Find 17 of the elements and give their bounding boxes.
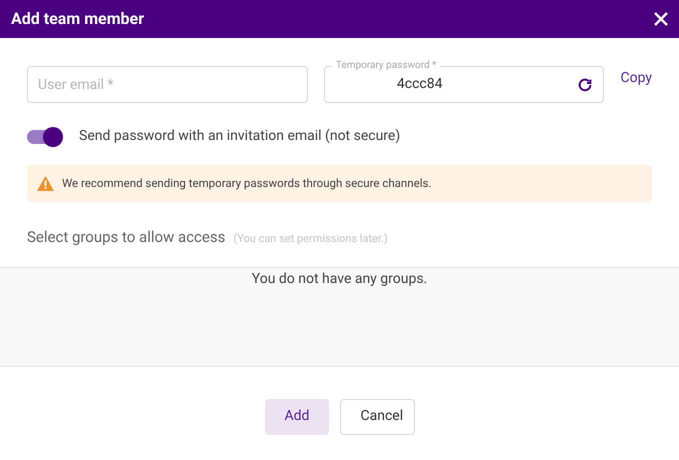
- close-button[interactable]: [652, 10, 670, 28]
- password-label: Temporary password *: [332, 60, 440, 72]
- warning-icon: [37, 176, 54, 191]
- refresh-icon[interactable]: [577, 76, 594, 92]
- password-value: 4ccc84: [396, 75, 442, 94]
- close-icon: [652, 10, 670, 28]
- email-field[interactable]: User email *: [27, 66, 308, 103]
- toggle-switch[interactable]: [27, 126, 63, 146]
- copy-link[interactable]: Copy: [620, 68, 652, 89]
- warning-text: We recommend sending temporary passwords through secure channels.: [62, 174, 432, 192]
- cancel-button[interactable]: Cancel: [340, 398, 414, 434]
- empty-groups-text: You do not have any groups.: [252, 270, 428, 288]
- dialog-title: Add team member: [11, 8, 144, 30]
- toggle-label: Send password with an invitation email (not secure): [79, 127, 400, 146]
- groups-hint: (You can set permissions later.): [233, 231, 388, 247]
- groups-title: Select groups to allow access: [27, 227, 226, 248]
- add-button[interactable]: Add: [264, 398, 328, 434]
